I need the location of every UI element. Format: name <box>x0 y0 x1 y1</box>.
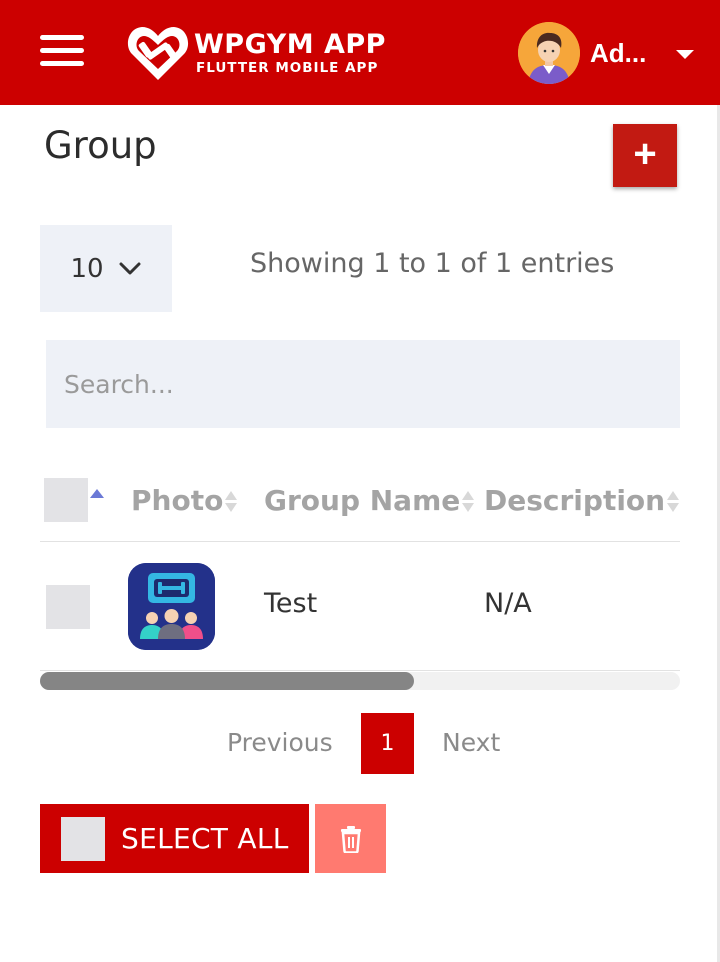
pagination-previous[interactable]: Previous <box>227 728 333 757</box>
app-header: WPGYM APP FLUTTER MOBILE APP Ad... <box>0 0 720 105</box>
column-header-description[interactable]: Description <box>484 484 680 517</box>
description-cell: N/A <box>484 588 532 619</box>
select-all-button[interactable]: SELECT ALL <box>40 804 309 873</box>
avatar <box>518 22 580 84</box>
sort-icon <box>667 489 680 515</box>
user-menu[interactable]: Ad... <box>518 22 695 84</box>
group-table: Photo Group Name Description Test N/A <box>40 462 680 671</box>
plus-icon: + <box>633 132 657 176</box>
entries-info: Showing 1 to 1 of 1 entries <box>250 248 615 279</box>
trash-icon <box>340 825 361 853</box>
search-input[interactable] <box>46 340 680 428</box>
select-all-label: SELECT ALL <box>121 822 289 855</box>
table-row[interactable]: Test N/A <box>40 542 680 671</box>
app-logo: WPGYM APP FLUTTER MOBILE APP <box>126 22 386 84</box>
page-title: Group <box>44 124 157 167</box>
sort-asc-icon <box>90 489 104 498</box>
row-checkbox[interactable] <box>46 585 90 629</box>
page-length-select[interactable]: 10 <box>40 225 172 312</box>
header-checkbox[interactable] <box>44 478 88 522</box>
group-photo <box>128 563 215 650</box>
scrollbar-thumb[interactable] <box>40 672 414 690</box>
add-group-button[interactable]: + <box>613 124 677 187</box>
delete-selected-button[interactable] <box>315 804 386 873</box>
hamburger-menu-icon[interactable] <box>40 35 84 69</box>
page-length-value: 10 <box>70 253 104 284</box>
sort-icon <box>225 489 238 515</box>
user-name: Ad... <box>590 37 647 68</box>
group-name-cell: Test <box>264 588 318 619</box>
column-header-group-name[interactable]: Group Name <box>264 484 475 517</box>
brand-subtitle: FLUTTER MOBILE APP <box>196 60 379 76</box>
chevron-down-icon <box>119 262 141 274</box>
horizontal-scrollbar[interactable] <box>40 672 680 690</box>
column-header-photo[interactable]: Photo <box>131 484 238 517</box>
table-header: Photo Group Name Description <box>40 462 680 542</box>
heart-dumbbell-logo-icon <box>127 27 189 80</box>
pagination-next[interactable]: Next <box>442 728 500 757</box>
select-all-checkbox[interactable] <box>61 816 105 861</box>
pagination-page-1[interactable]: 1 <box>361 713 414 774</box>
sort-icon <box>462 489 475 515</box>
brand-title: WPGYM APP <box>194 29 386 60</box>
caret-down-icon[interactable] <box>676 49 695 59</box>
